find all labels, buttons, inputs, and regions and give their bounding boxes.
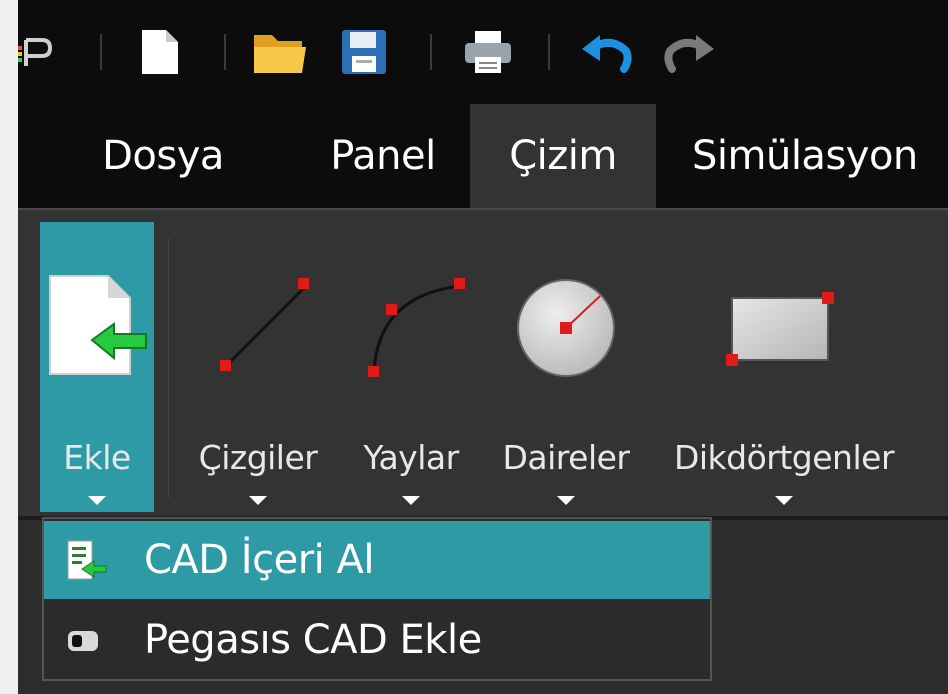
line-icon xyxy=(220,278,309,371)
save-icon[interactable] xyxy=(334,26,394,78)
undo-icon[interactable] xyxy=(574,26,638,78)
pegasis-cad-icon xyxy=(68,631,98,651)
cizgiler-button[interactable]: Çizgiler xyxy=(190,222,326,512)
menu-item-pegasis-cad[interactable]: Pegasıs CAD Ekle xyxy=(44,601,710,679)
rectangle-icon xyxy=(726,292,834,366)
chevron-down-icon xyxy=(557,496,575,505)
new-file-icon[interactable] xyxy=(134,26,186,78)
arc-icon xyxy=(368,278,465,377)
import-document-icon xyxy=(49,275,147,375)
app-window: Dosya Panel Çizim Simülasyon Ekle Çizgil… xyxy=(18,0,948,694)
ribbon-tabs: Dosya Panel Çizim Simülasyon xyxy=(18,104,948,208)
menu-item-cad-import[interactable]: CAD İçeri Al xyxy=(44,521,710,599)
ekle-label: Ekle xyxy=(63,438,131,477)
open-folder-icon[interactable] xyxy=(250,26,310,78)
quick-access-toolbar xyxy=(18,0,948,104)
chevron-down-icon xyxy=(402,496,420,505)
app-logo-icon[interactable] xyxy=(18,26,58,78)
pegasis-cad-label: Pegasıs CAD Ekle xyxy=(144,617,482,663)
redo-icon[interactable] xyxy=(658,26,722,78)
tab-panel[interactable]: Panel xyxy=(288,104,478,208)
ribbon-panel: Ekle Çizgiler Yaylar Daireler Dikdörtgen… xyxy=(18,208,948,516)
cad-import-icon xyxy=(67,540,107,580)
ekle-button[interactable]: Ekle xyxy=(40,222,154,512)
tab-simulasyon[interactable]: Simülasyon xyxy=(668,104,948,208)
chevron-down-icon xyxy=(249,496,267,505)
yaylar-button[interactable]: Yaylar xyxy=(352,222,470,512)
chevron-down-icon xyxy=(88,496,106,505)
ekle-dropdown-menu: CAD İçeri Al Pegasıs CAD Ekle xyxy=(42,517,712,681)
toolbar-separator xyxy=(430,34,432,70)
circle-icon xyxy=(517,279,615,377)
toolbar-separator xyxy=(100,34,102,70)
dikdortgenler-button[interactable]: Dikdörtgenler xyxy=(664,222,904,512)
daireler-label: Daireler xyxy=(502,438,631,477)
cad-import-label: CAD İçeri Al xyxy=(144,537,374,583)
print-icon[interactable] xyxy=(458,26,518,78)
dikdortgenler-label: Dikdörtgenler xyxy=(673,438,895,477)
tab-cizim[interactable]: Çizim xyxy=(470,104,656,208)
toolbar-separator xyxy=(224,34,226,70)
ribbon-separator xyxy=(168,238,169,498)
chevron-down-icon xyxy=(775,496,793,505)
toolbar-separator xyxy=(548,34,550,70)
tab-dosya[interactable]: Dosya xyxy=(58,104,268,208)
ribbon-border xyxy=(18,208,948,210)
daireler-button[interactable]: Daireler xyxy=(496,222,636,512)
cizgiler-label: Çizgiler xyxy=(198,438,318,477)
yaylar-label: Yaylar xyxy=(363,438,459,477)
